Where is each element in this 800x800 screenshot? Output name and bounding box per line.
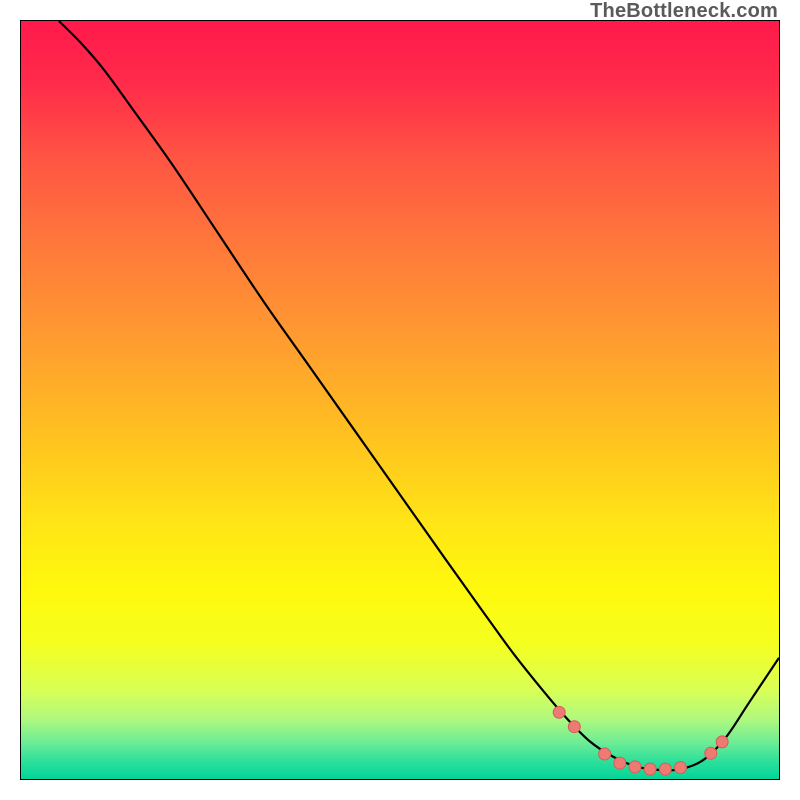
marker-group: [553, 706, 728, 775]
curve-marker: [716, 736, 728, 748]
curve-marker: [674, 762, 686, 774]
curve-marker: [644, 763, 656, 775]
chart-svg: [21, 21, 779, 779]
curve-marker: [568, 721, 580, 733]
curve-marker: [659, 763, 671, 775]
curve-marker: [705, 747, 717, 759]
chart-plot-area: [20, 20, 780, 780]
curve-marker: [614, 757, 626, 769]
curve-marker: [629, 761, 641, 773]
curve-marker: [553, 706, 565, 718]
curve-marker: [599, 748, 611, 760]
bottleneck-curve-path: [59, 21, 779, 770]
